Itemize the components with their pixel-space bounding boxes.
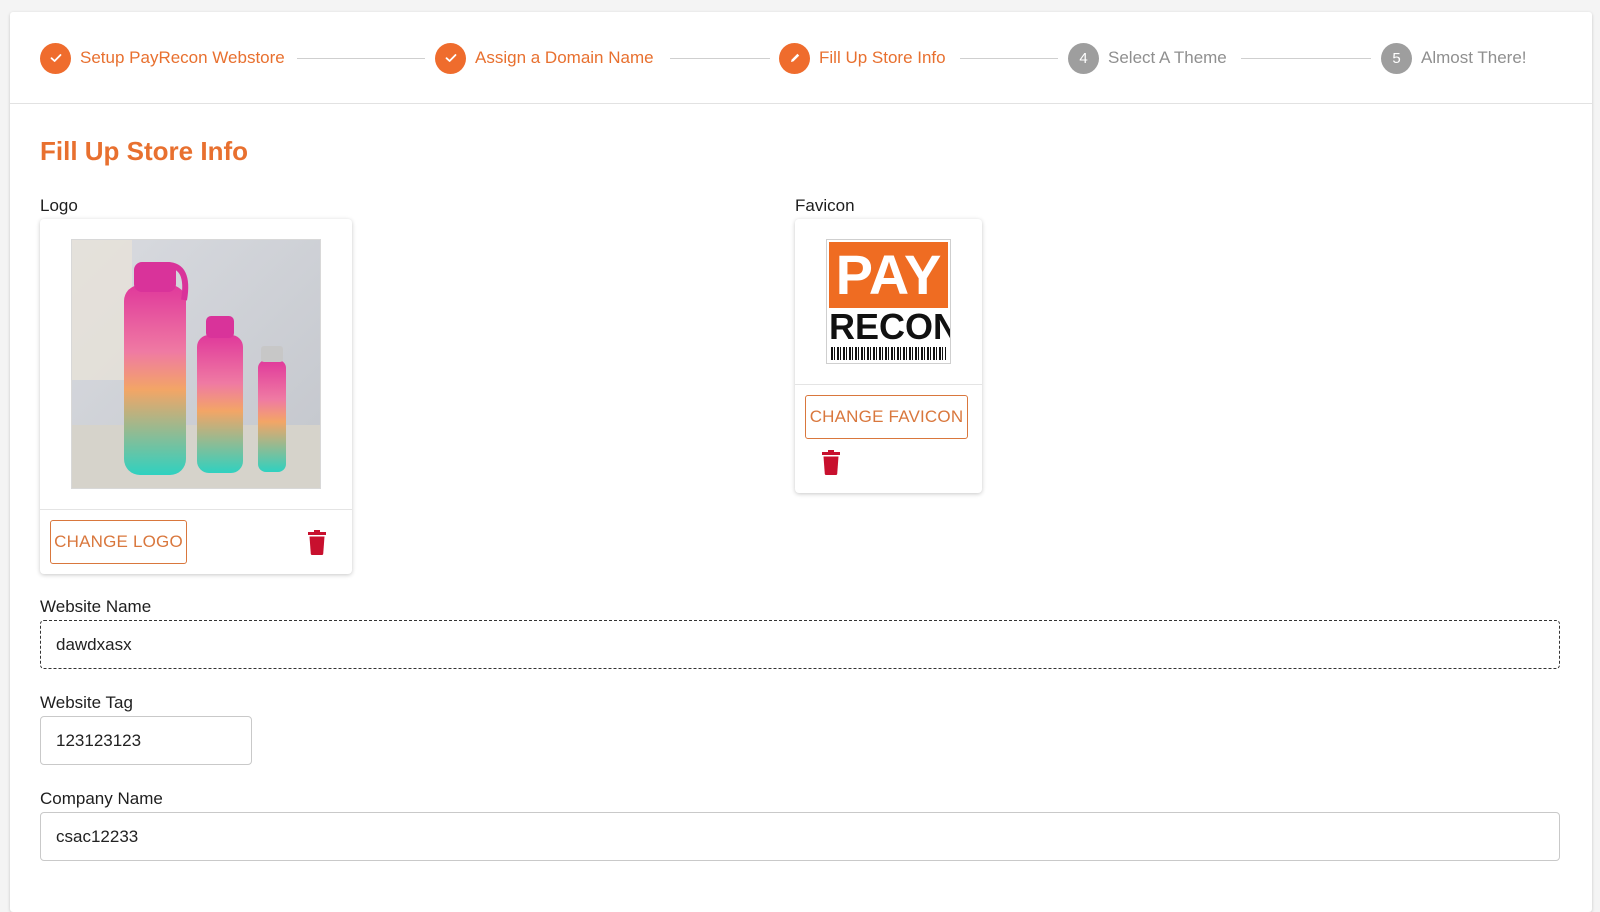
website-tag-label: Website Tag bbox=[40, 693, 133, 712]
step-connector bbox=[297, 58, 425, 59]
step-label: Select A Theme bbox=[1108, 48, 1227, 67]
step-label: Fill Up Store Info bbox=[819, 48, 946, 67]
check-icon bbox=[40, 42, 71, 74]
trash-icon[interactable] bbox=[306, 530, 328, 556]
step-select-theme[interactable]: 4 Select A Theme bbox=[1068, 42, 1227, 74]
website-name-input[interactable]: dawdxasx bbox=[40, 620, 1560, 669]
company-name-input[interactable]: csac12233 bbox=[40, 812, 1560, 861]
step-connector bbox=[1241, 58, 1371, 59]
step-label: Assign a Domain Name bbox=[475, 48, 654, 67]
website-name-label: Website Name bbox=[40, 597, 152, 616]
website-tag-input[interactable]: 123123123 bbox=[40, 716, 252, 765]
logo-card-divider bbox=[40, 509, 352, 510]
favicon-logo-text-top: PAY bbox=[829, 242, 948, 308]
barcode-graphic bbox=[831, 347, 946, 360]
change-logo-button[interactable]: CHANGE LOGO bbox=[50, 520, 187, 564]
store-setup-card: Setup PayRecon Webstore Assign a Domain … bbox=[10, 12, 1592, 912]
check-icon bbox=[435, 42, 466, 74]
change-favicon-button[interactable]: CHANGE FAVICON bbox=[805, 395, 968, 439]
step-number-badge: 5 bbox=[1381, 42, 1412, 74]
step-setup-webstore[interactable]: Setup PayRecon Webstore bbox=[40, 42, 285, 74]
favicon-upload-card: PAY RECON CHANGE FAVICON bbox=[795, 219, 982, 493]
setup-stepper: Setup PayRecon Webstore Assign a Domain … bbox=[10, 12, 1592, 104]
company-name-label: Company Name bbox=[40, 789, 163, 808]
step-label: Almost There! bbox=[1421, 48, 1527, 67]
step-fill-store-info[interactable]: Fill Up Store Info bbox=[779, 42, 946, 74]
step-almost-there[interactable]: 5 Almost There! bbox=[1381, 42, 1527, 74]
favicon-preview-image: PAY RECON bbox=[826, 239, 951, 364]
step-assign-domain[interactable]: Assign a Domain Name bbox=[435, 42, 654, 74]
trash-icon[interactable] bbox=[820, 450, 842, 476]
logo-upload-card: CHANGE LOGO bbox=[40, 219, 352, 574]
logo-label: Logo bbox=[40, 196, 78, 215]
step-label: Setup PayRecon Webstore bbox=[80, 48, 285, 67]
favicon-card-divider bbox=[795, 384, 982, 385]
favicon-label: Favicon bbox=[795, 196, 855, 215]
logo-preview-image bbox=[71, 239, 321, 489]
step-number-badge: 4 bbox=[1068, 42, 1099, 74]
step-connector bbox=[960, 58, 1058, 59]
page-title: Fill Up Store Info bbox=[40, 136, 248, 166]
step-connector bbox=[670, 58, 770, 59]
pencil-icon bbox=[779, 42, 810, 74]
favicon-logo-text-bottom: RECON bbox=[829, 306, 951, 347]
